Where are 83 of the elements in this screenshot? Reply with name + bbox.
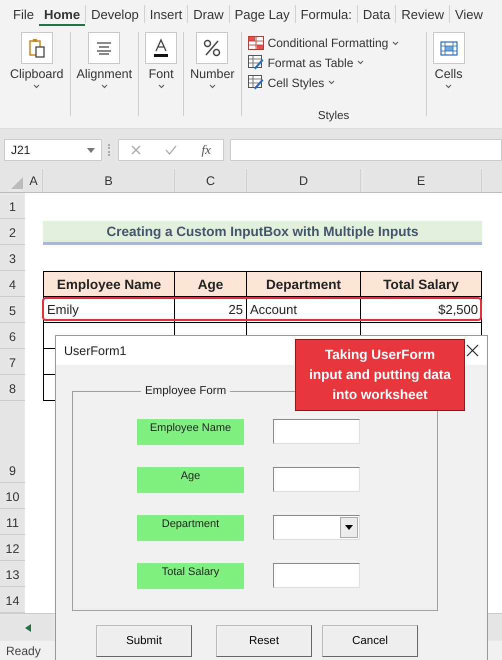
row-header[interactable]: 14 — [0, 587, 25, 613]
chevron-icon — [208, 84, 216, 89]
dialog-button[interactable]: Submit — [96, 625, 192, 657]
column-header[interactable]: C — [175, 169, 247, 192]
ribbon-tab[interactable]: Draw — [188, 2, 229, 26]
styles-menu-button[interactable]: Cell Styles — [248, 73, 400, 92]
column-header[interactable]: E — [361, 169, 482, 192]
alignment-icon — [96, 41, 112, 55]
row-header[interactable]: 8 — [0, 375, 25, 401]
input-field[interactable] — [273, 467, 360, 492]
ribbon-tab[interactable]: Develop — [86, 2, 144, 26]
table-cell: $2,500 — [361, 297, 482, 323]
column-header[interactable]: B — [43, 169, 175, 192]
table-cell: Emily — [43, 297, 175, 323]
row-header[interactable]: 6 — [0, 323, 25, 349]
row-header[interactable]: 2 — [0, 219, 25, 245]
row-header[interactable]: 9 — [0, 401, 25, 483]
ribbon-tab[interactable]: View — [450, 2, 488, 26]
table-brush-icon — [248, 55, 264, 70]
row-header[interactable]: 13 — [0, 561, 25, 587]
group-label: Styles — [318, 110, 350, 122]
chevron-icon — [328, 80, 336, 85]
styles-menu-button[interactable]: Conditional Formatting — [248, 34, 400, 52]
percent-icon — [203, 39, 222, 57]
ribbon-group-button[interactable]: Clipboard — [10, 32, 64, 89]
table-header-cell: Department — [247, 271, 361, 297]
column-header[interactable]: D — [247, 169, 361, 192]
close-icon[interactable] — [466, 344, 479, 357]
ribbon-tab[interactable]: Formula: — [296, 2, 357, 26]
font-color-icon — [152, 38, 170, 58]
row-header[interactable]: 1 — [0, 193, 25, 219]
ribbon-tab[interactable]: Review — [396, 2, 449, 26]
column-header[interactable]: A — [25, 169, 43, 192]
conditional-formatting-icon — [248, 36, 264, 50]
dialog-title: UserForm1 — [64, 344, 127, 358]
chevron-icon — [33, 84, 40, 89]
ribbon-tab[interactable]: Insert — [144, 2, 188, 26]
input-field[interactable] — [273, 563, 360, 588]
table-cell: 25 — [175, 297, 247, 323]
sheet-title: Creating a Custom InputBox with Multiple Inputs — [43, 221, 482, 245]
table-brush-icon — [248, 75, 264, 90]
table-header-cell: Age — [175, 271, 247, 297]
formula-input[interactable] — [230, 139, 502, 161]
ribbon-group-button[interactable]: Alignment — [76, 32, 132, 89]
input-field[interactable] — [273, 419, 360, 444]
field-label: Employee Name — [137, 419, 244, 445]
ribbon-tab[interactable]: Page Lay — [230, 2, 295, 26]
chevron-icon — [357, 60, 364, 65]
frame-label: Employee Form — [144, 385, 228, 397]
check-icon[interactable] — [165, 145, 178, 155]
row-header[interactable]: 12 — [0, 535, 25, 561]
row-header[interactable]: 11 — [0, 509, 25, 535]
row-header[interactable]: 4 — [0, 271, 25, 297]
row-header[interactable]: 5 — [0, 297, 25, 323]
table-cell: Account — [247, 297, 361, 323]
chevron-icon — [445, 84, 452, 89]
callout-note: Taking UserForm input and putting data into worksheet — [295, 339, 465, 411]
ribbon-tab[interactable]: File — [8, 2, 39, 26]
chevron-icon — [158, 84, 165, 89]
insert-function-button[interactable]: fx — [202, 142, 211, 158]
dropdown-icon[interactable] — [345, 525, 353, 530]
table-header-cell: Employee Name — [43, 271, 175, 297]
field-label: Total Salary — [137, 563, 244, 589]
row-header[interactable]: 7 — [0, 349, 25, 375]
ribbon-tab[interactable]: Data — [358, 2, 396, 26]
clipboard-icon — [28, 38, 45, 58]
field-label: Department — [137, 515, 244, 541]
chevron-icon — [100, 84, 108, 89]
name-box[interactable]: J21 — [4, 139, 102, 161]
status-text: Ready — [6, 644, 41, 658]
ribbon-group-button[interactable]: Number — [190, 32, 235, 89]
dropdown-icon — [87, 148, 95, 152]
dialog-button[interactable]: Reset — [216, 625, 312, 657]
table-header-cell: Total Salary — [361, 271, 482, 297]
field-label: Age — [137, 467, 244, 493]
dialog-button[interactable]: Cancel — [322, 625, 418, 657]
row-header[interactable]: 3 — [0, 245, 25, 271]
row-header[interactable]: 10 — [0, 483, 25, 509]
cells-icon — [440, 40, 458, 56]
scroll-left-icon[interactable] — [25, 624, 31, 632]
chevron-icon — [392, 40, 400, 46]
cancel-icon[interactable] — [131, 145, 142, 155]
styles-menu-button[interactable]: Format as Table — [248, 53, 400, 72]
